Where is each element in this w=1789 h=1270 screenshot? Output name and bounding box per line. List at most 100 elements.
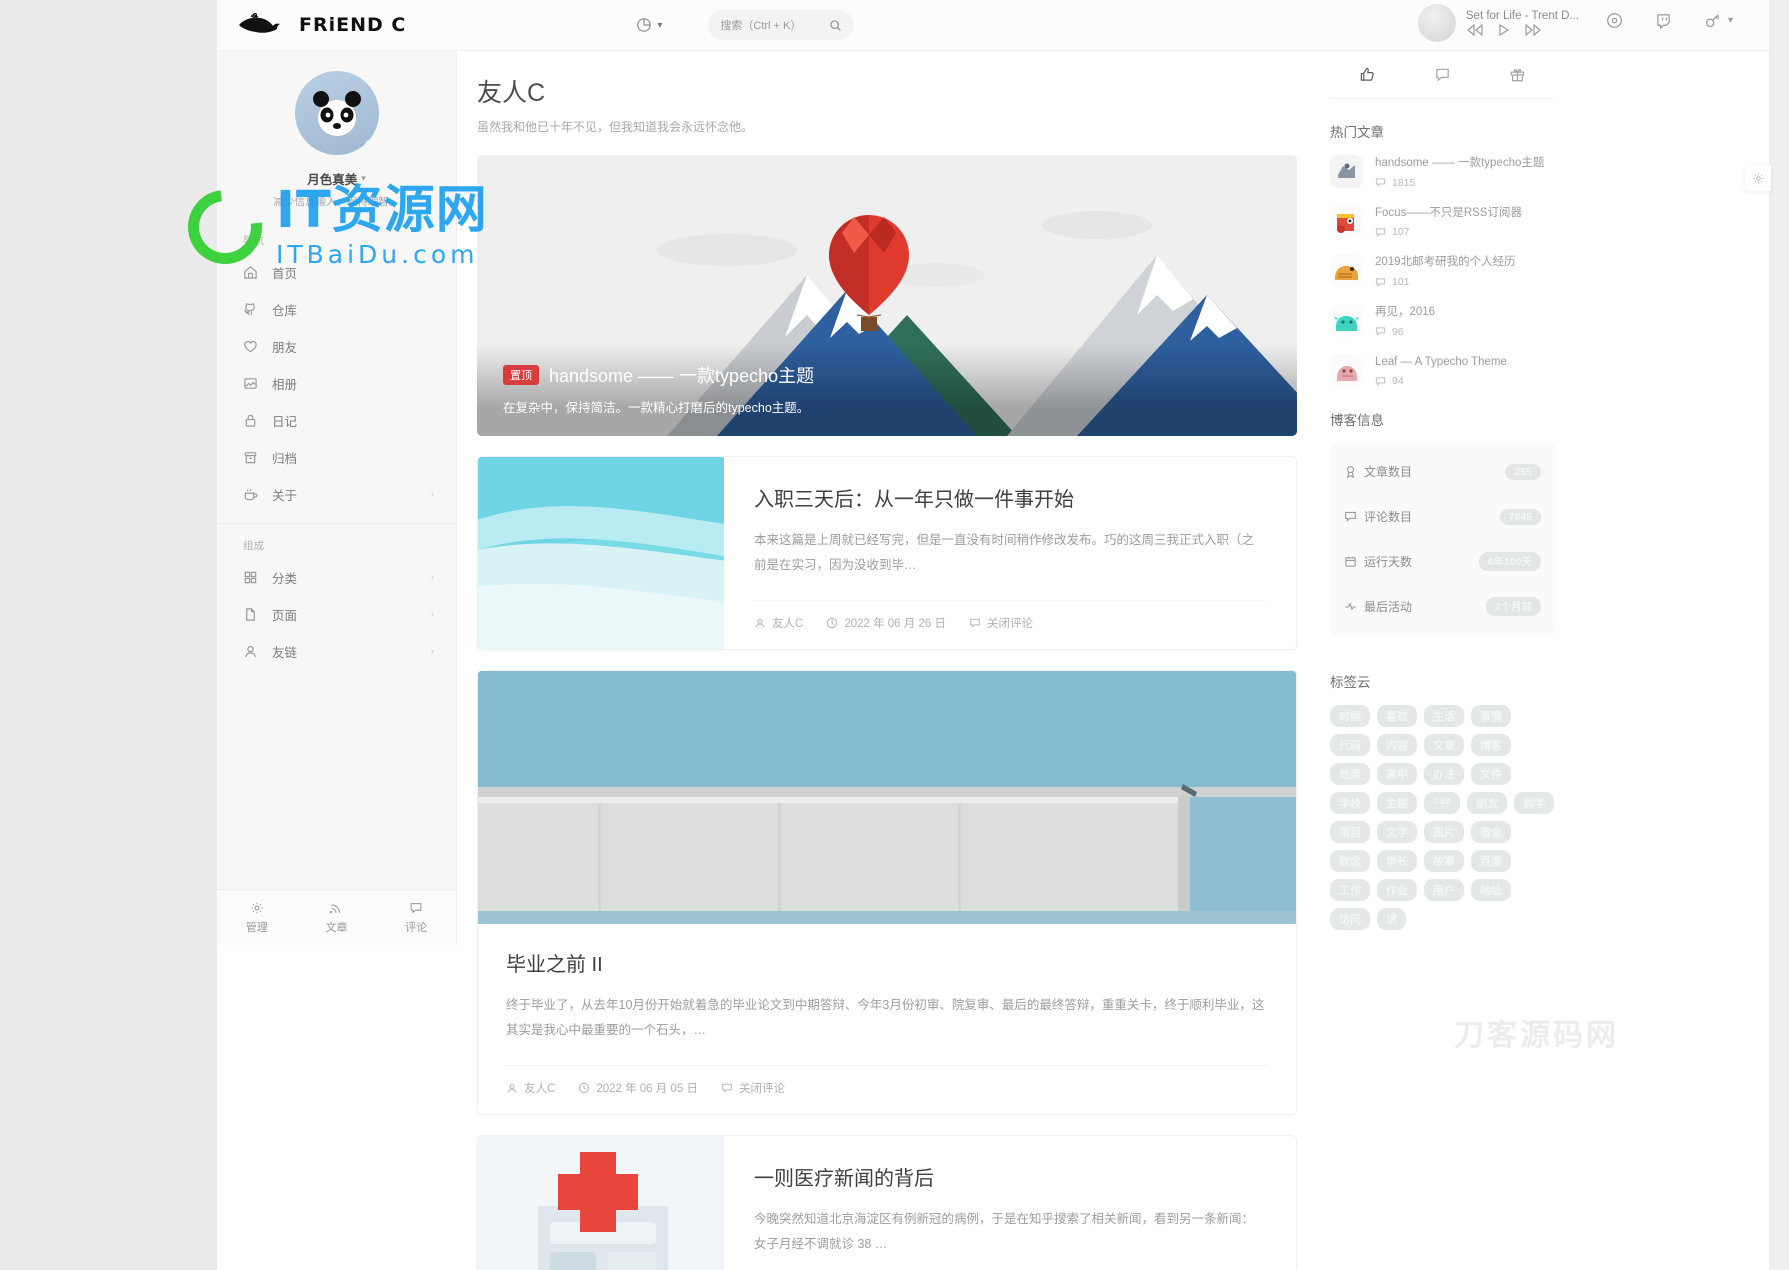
sidebar-bottom-manage[interactable]: 管理 [246, 901, 268, 935]
media-player[interactable]: Set for Life - Trent D... [1417, 4, 1579, 42]
sidebar-bottom-posts[interactable]: 文章 [325, 901, 347, 935]
calendar-icon [1345, 557, 1356, 568]
list-item[interactable]: 2019北邮考研我的个人经历 101 [1330, 254, 1555, 288]
pie-chart-button[interactable]: ▾ [636, 17, 662, 33]
fast-forward-icon[interactable] [1524, 24, 1542, 36]
tag-item[interactable]: 内容 [1377, 734, 1417, 757]
post-card[interactable]: 入职三天后：从一年只做一件事开始 本来这篇是上周就已经写完，但是一直没有时间稍作… [477, 456, 1297, 650]
tag-item[interactable]: 项目 [1330, 821, 1370, 844]
tag-item[interactable]: 博客 [1471, 734, 1511, 757]
post-comments: 关闭评论 [969, 615, 1033, 631]
tag-item[interactable]: 用户 [1424, 879, 1464, 902]
tag-item[interactable]: 学长 [1377, 850, 1417, 873]
list-item[interactable]: 再见，2016 96 [1330, 304, 1555, 338]
tag-item[interactable]: 高中 [1377, 763, 1417, 786]
file-icon [243, 607, 258, 622]
post-card[interactable]: 毕业之前 II 终于毕业了，从去年10月份开始就着急的毕业论文到中期答辩、今年3… [477, 670, 1297, 1115]
sidebar-item-label: 页面 [272, 609, 298, 623]
sidebar-item-pages[interactable]: 页面 › [217, 596, 456, 633]
album-art [1417, 4, 1456, 42]
tag-item[interactable]: 宿舍 [1471, 821, 1511, 844]
post-cover-image [478, 671, 1296, 924]
hot-post-comment-count: 94 [1375, 375, 1507, 387]
sidebar-bottom-label: 文章 [325, 921, 348, 934]
tag-item[interactable]: 作业 [1377, 879, 1417, 902]
post-title[interactable]: 一则医疗新闻的背后 [754, 1162, 1266, 1191]
tag-item[interactable]: 朋友 [1467, 792, 1508, 815]
disc-icon[interactable] [1606, 12, 1623, 29]
chevron-right-icon: › [430, 489, 434, 500]
comments-tab[interactable] [1434, 66, 1451, 83]
tag-item[interactable]: 效果 [1330, 763, 1370, 786]
hot-post-title[interactable]: 再见，2016 [1375, 304, 1435, 321]
tag-item[interactable]: 文章 [1424, 734, 1464, 757]
chevron-right-icon: › [430, 609, 434, 620]
info-row-run-days: 运行天数 6年100天 [1344, 539, 1541, 584]
grid-icon [243, 570, 258, 585]
twitch-icon[interactable] [1655, 12, 1672, 29]
rewind-icon[interactable] [1466, 24, 1484, 36]
tag-item[interactable]: 时候 [1330, 705, 1370, 728]
lock-icon [243, 413, 258, 428]
list-item[interactable]: Focus——不只是RSS订阅器 107 [1330, 204, 1555, 239]
tag-item[interactable]: 欲念 [1330, 850, 1370, 873]
sidebar-item-about[interactable]: 关于 › [217, 476, 456, 513]
info-label-group: 评论数目 [1344, 508, 1500, 525]
post-title[interactable]: 毕业之前 II [506, 948, 1268, 977]
comment-icon [1345, 512, 1356, 523]
hot-post-title[interactable]: Leaf — A Typecho Theme [1375, 354, 1507, 371]
gift-tab[interactable] [1509, 66, 1526, 83]
avatar[interactable] [294, 71, 379, 155]
comment-icon [409, 901, 423, 915]
featured-post-banner[interactable]: 置顶 handsome —— 一款typecho主题 在复杂中，保持简洁。一款精… [477, 155, 1297, 436]
list-item[interactable]: handsome —— 一款typecho主题 1815 [1330, 155, 1555, 189]
settings-fab-button[interactable] [1745, 165, 1771, 191]
tag-item[interactable]: 喜欢 [1377, 705, 1417, 728]
hot-post-info: Focus——不只是RSS订阅器 107 [1375, 205, 1522, 239]
tag-item[interactable]: 同学 [1514, 792, 1555, 815]
info-row-comment-count: 评论数目 7845 [1344, 494, 1541, 539]
info-row-last-activity: 最后活动 2个月前 [1344, 584, 1541, 629]
tag-item[interactable]: 地址 [1471, 879, 1511, 902]
tag-item[interactable]: 代码 [1330, 734, 1370, 757]
sidebar-item-archive[interactable]: 归档 [217, 439, 456, 476]
sidebar-item-diary[interactable]: 日记 [217, 402, 456, 439]
likes-tab[interactable] [1359, 66, 1376, 83]
tag-item[interactable]: 事情 [1471, 705, 1511, 728]
post-card[interactable]: 一则医疗新闻的背后 今晚突然知道北京海淀区有例新冠的病例，于是在知乎搜索了相关新… [477, 1135, 1297, 1270]
list-item[interactable]: Leaf — A Typecho Theme 94 [1330, 353, 1555, 387]
tag-item[interactable]: 主题 [1377, 792, 1417, 815]
key-menu[interactable]: ▾ [1704, 12, 1733, 29]
sidebar-item-album[interactable]: 相册 [217, 365, 456, 402]
play-icon[interactable] [1498, 24, 1510, 36]
tag-item[interactable]: 文件 [1471, 763, 1511, 786]
hot-post-title[interactable]: handsome —— 一款typecho主题 [1375, 155, 1544, 172]
tag-item[interactable]: 文字 [1377, 821, 1417, 844]
sidebar-item-repository[interactable]: 仓库 [217, 291, 456, 328]
tag-item[interactable]: 访问 [1330, 908, 1370, 931]
tag-item[interactable]: 学校 [1330, 792, 1370, 815]
sidebar-item-categories[interactable]: 分类 › [217, 559, 456, 596]
tag-item[interactable]: 百度 [1471, 850, 1511, 873]
tag-item[interactable]: css [1424, 792, 1461, 815]
tag-item[interactable]: 求 [1377, 908, 1406, 931]
hot-post-title[interactable]: Focus——不只是RSS订阅器 [1375, 205, 1522, 222]
hot-post-title[interactable]: 2019北邮考研我的个人经历 [1375, 254, 1516, 271]
brand[interactable]: FRiEND C [237, 12, 406, 38]
sidebar-bottom-comments[interactable]: 评论 [405, 901, 427, 935]
tag-item[interactable]: 图片 [1424, 821, 1464, 844]
hot-post-info: handsome —— 一款typecho主题 1815 [1375, 155, 1544, 189]
tag-item[interactable]: 故事 [1424, 850, 1464, 873]
sidebar-item-friends[interactable]: 朋友 [217, 328, 456, 365]
chevron-right-icon: › [430, 646, 434, 657]
search-icon[interactable] [829, 19, 842, 32]
post-title[interactable]: 入职三天后：从一年只做一件事开始 [754, 483, 1266, 512]
tag-item[interactable]: 工作 [1330, 879, 1370, 902]
post-author-name: 友人C [524, 1083, 556, 1095]
search-input[interactable]: 搜索（Ctrl + K） [708, 10, 855, 40]
key-icon [1704, 12, 1721, 29]
tag-item[interactable]: 办法 [1424, 763, 1464, 786]
hero-title[interactable]: handsome —— 一款typecho主题 [549, 362, 814, 388]
sidebar-item-friend-links[interactable]: 友链 › [217, 633, 456, 670]
tag-item[interactable]: 生活 [1424, 705, 1464, 728]
